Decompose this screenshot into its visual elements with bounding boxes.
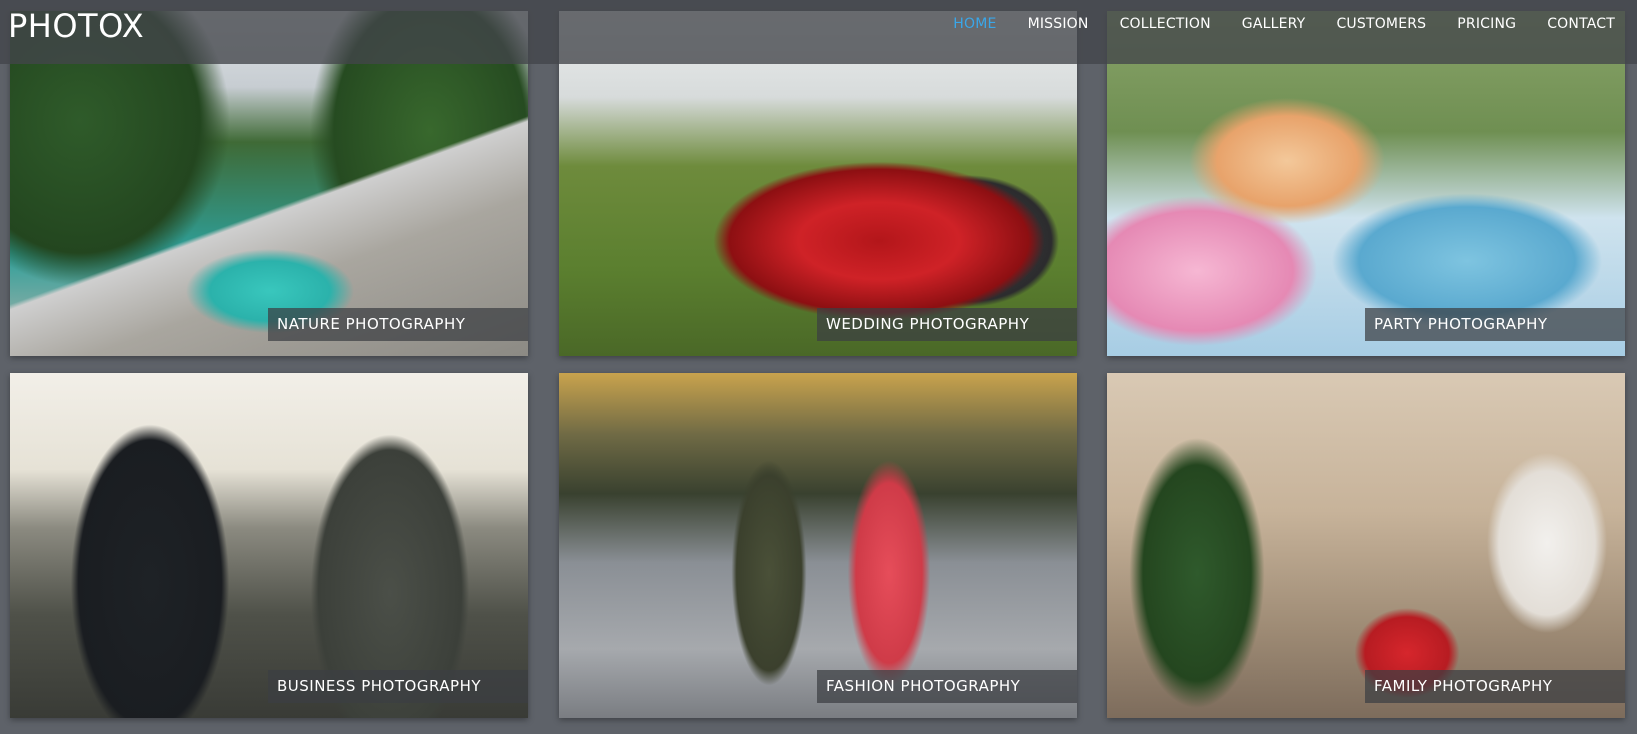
nav-item-mission[interactable]: MISSION	[1028, 14, 1089, 34]
site-header: PHOTOX HOME MISSION COLLECTION GALLERY C…	[0, 0, 1637, 64]
gallery-tile-family[interactable]: FAMILY PHOTOGRAPHY	[1107, 373, 1625, 718]
tile-caption: PARTY PHOTOGRAPHY	[1365, 308, 1625, 341]
business-photo	[10, 373, 528, 718]
family-photo	[1107, 373, 1625, 718]
fashion-photo	[559, 373, 1077, 718]
nav-item-contact[interactable]: CONTACT	[1547, 14, 1615, 34]
tile-caption: NATURE PHOTOGRAPHY	[268, 308, 528, 341]
tile-caption: BUSINESS PHOTOGRAPHY	[268, 670, 528, 703]
tile-caption: FASHION PHOTOGRAPHY	[817, 670, 1077, 703]
nav-item-gallery[interactable]: GALLERY	[1242, 14, 1306, 34]
gallery-tile-fashion[interactable]: FASHION PHOTOGRAPHY	[559, 373, 1077, 718]
nav-item-pricing[interactable]: PRICING	[1457, 14, 1516, 34]
main-nav: HOME MISSION COLLECTION GALLERY CUSTOMER…	[953, 14, 1615, 34]
site-logo[interactable]: PHOTOX	[8, 8, 144, 44]
tile-caption: WEDDING PHOTOGRAPHY	[817, 308, 1077, 341]
page: NATURE PHOTOGRAPHY WEDDING PHOTOGRAPHY P…	[0, 0, 1637, 734]
nav-item-home[interactable]: HOME	[953, 14, 996, 34]
tile-caption: FAMILY PHOTOGRAPHY	[1365, 670, 1625, 703]
nav-item-collection[interactable]: COLLECTION	[1120, 14, 1211, 34]
nav-item-customers[interactable]: CUSTOMERS	[1336, 14, 1426, 34]
gallery-tile-business[interactable]: BUSINESS PHOTOGRAPHY	[10, 373, 528, 718]
